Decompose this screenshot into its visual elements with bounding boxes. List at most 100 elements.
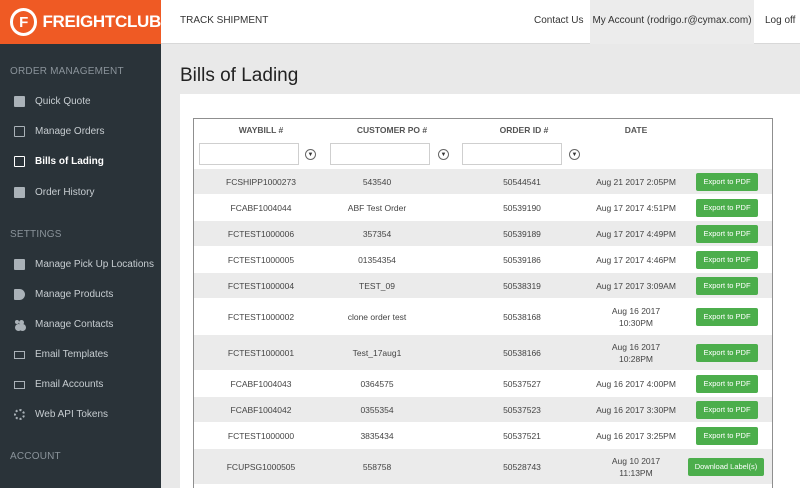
envelope-icon [14, 381, 25, 389]
cell-date: Aug 21 2017 2:05PM [596, 176, 676, 187]
sidebar-item-email-templates[interactable]: Email Templates [14, 349, 108, 360]
sidebar-item-manage-orders[interactable]: Manage Orders [14, 126, 104, 137]
users-icon [14, 319, 25, 330]
cell-order-id: 50544541 [503, 176, 541, 187]
nav-track-shipment[interactable]: TRACK SHIPMENT [180, 15, 268, 26]
cell-waybill: FCABF1004042 [230, 404, 292, 415]
table-row[interactable]: FCABF1004044 ABF Test Order 50539190 Aug… [194, 194, 772, 220]
edit-icon [14, 126, 25, 137]
cell-customer-po: clone order test [347, 311, 407, 322]
header-date[interactable]: DATE [576, 125, 696, 135]
truck-icon [14, 96, 25, 107]
cell-waybill: FCTEST1000004 [227, 280, 295, 291]
sidebar-item-quick-quote[interactable]: Quick Quote [14, 96, 91, 107]
table-row[interactable]: FCABF1004042 0355354 50537523 Aug 16 201… [194, 396, 772, 422]
cell-customer-po: ABF Test Order [347, 202, 407, 213]
cell-customer-po: 0364575 [360, 378, 394, 389]
cell-order-id: 50538166 [503, 347, 541, 358]
cell-order-id: 50537527 [503, 378, 541, 389]
brand-name: FREIGHTCLUB [42, 12, 161, 31]
cell-waybill: FCABF1004044 [230, 202, 292, 213]
filter-order-id-input[interactable] [462, 143, 562, 165]
cell-customer-po: Test_17aug1 [352, 347, 402, 358]
cell-date: Aug 17 2017 3:09AM [596, 280, 676, 291]
filter-customer-po-input[interactable] [330, 143, 430, 165]
nav-my-account[interactable]: My Account (rodrigo.r@cymax.com) [590, 0, 754, 44]
export-to-pdf-button[interactable]: Export to PDF [696, 172, 758, 191]
cell-date: Aug 16 2017 10:30PM [611, 305, 661, 328]
building-icon [14, 259, 25, 270]
table-row[interactable]: FCTEST1000006 357354 50539189 Aug 17 201… [194, 220, 772, 246]
sidebar-item-manage-products[interactable]: Manage Products [14, 289, 113, 300]
filter-waybill-input[interactable] [199, 143, 299, 165]
export-to-pdf-button[interactable]: Export to PDF [696, 343, 758, 362]
brand-logo[interactable]: F FREIGHTCLUB [0, 0, 161, 44]
table-row[interactable]: FCABF1004043 0364575 50537527 Aug 16 201… [194, 370, 772, 396]
cell-date: Aug 16 2017 3:25PM [596, 430, 676, 441]
cell-customer-po: 01354354 [358, 254, 396, 265]
cell-waybill: FCTEST1000001 [227, 347, 295, 358]
bills-grid: WAYBILL # CUSTOMER PO # ORDER ID # DATE … [193, 118, 773, 488]
export-to-pdf-button[interactable]: Export to PDF [696, 426, 758, 445]
cell-waybill: FCUPSG1000505 [226, 461, 296, 472]
sidebar-item-label: Manage Pick Up Locations [35, 259, 154, 270]
export-to-pdf-button[interactable]: Export to PDF [696, 224, 758, 243]
export-to-pdf-button[interactable]: Export to PDF [696, 198, 758, 217]
cell-order-id: 50538319 [503, 280, 541, 291]
nav-contact-us[interactable]: Contact Us [534, 15, 583, 26]
table-row[interactable]: FCTEST1000002 clone order test 50538168 … [194, 298, 772, 334]
table-row[interactable]: FCTEST1000004 TEST_09 50538319 Aug 17 20… [194, 272, 772, 298]
cell-order-id: 50538168 [503, 311, 541, 322]
cell-date: Aug 17 2017 4:51PM [596, 202, 676, 213]
sidebar-item-order-history[interactable]: Order History [14, 187, 94, 198]
cell-date: Aug 16 2017 3:30PM [596, 404, 676, 415]
cell-date: Aug 16 2017 10:28PM [611, 341, 661, 364]
table-row[interactable]: FCSHIPP1000273 543540 50544541 Aug 21 20… [194, 168, 772, 194]
tag-icon [14, 289, 25, 300]
export-to-pdf-button[interactable]: Export to PDF [696, 307, 758, 326]
cell-order-id: 50539190 [503, 202, 541, 213]
export-to-pdf-button[interactable]: Export to PDF [696, 400, 758, 419]
header-waybill[interactable]: WAYBILL # [199, 125, 323, 135]
cell-waybill: FCTEST1000006 [227, 228, 295, 239]
cell-date: Aug 16 2017 4:00PM [596, 378, 676, 389]
export-to-pdf-button[interactable]: Export to PDF [696, 250, 758, 269]
filter-icon[interactable]: ▼ [569, 149, 580, 160]
header-order-id[interactable]: ORDER ID # [462, 125, 586, 135]
cell-customer-po: 0355354 [360, 404, 394, 415]
table-body: FCSHIPP1000273 543540 50544541 Aug 21 20… [194, 168, 772, 484]
sidebar-item-web-api-tokens[interactable]: Web API Tokens [14, 409, 108, 420]
export-to-pdf-button[interactable]: Export to PDF [696, 276, 758, 295]
envelope-icon [14, 351, 25, 359]
cell-order-id: 50539186 [503, 254, 541, 265]
cell-date: Aug 17 2017 4:49PM [596, 228, 676, 239]
download-labels-button[interactable]: Download Label(s) [687, 457, 765, 476]
cell-order-id: 50537521 [503, 430, 541, 441]
cell-date: Aug 10 2017 11:13PM [611, 455, 661, 478]
cell-order-id: 50537523 [503, 404, 541, 415]
sidebar-item-label: Manage Orders [35, 126, 105, 137]
header-customer-po[interactable]: CUSTOMER PO # [330, 125, 454, 135]
sidebar-item-manage-contacts[interactable]: Manage Contacts [14, 319, 113, 330]
table-row[interactable]: FCTEST1000001 Test_17aug1 50538166 Aug 1… [194, 334, 772, 370]
cell-customer-po: TEST_09 [359, 280, 395, 291]
top-bar: F FREIGHTCLUB TRACK SHIPMENT Contact Us … [0, 0, 800, 44]
cell-customer-po: 558758 [362, 461, 392, 472]
filter-icon[interactable]: ▼ [438, 149, 449, 160]
table-row[interactable]: FCUPSG1000505 558758 50528743 Aug 10 201… [194, 448, 772, 484]
sidebar-item-pickup-locations[interactable]: Manage Pick Up Locations [14, 259, 154, 270]
cell-waybill: FCTEST1000005 [227, 254, 295, 265]
section-order-management: ORDER MANAGEMENT [10, 66, 124, 77]
filter-icon[interactable]: ▼ [305, 149, 316, 160]
cell-customer-po: 3835434 [360, 430, 394, 441]
nav-log-off[interactable]: Log off [765, 15, 795, 26]
sidebar-item-label: Web API Tokens [35, 409, 109, 420]
export-to-pdf-button[interactable]: Export to PDF [696, 374, 758, 393]
table-row[interactable]: FCTEST1000005 01354354 50539186 Aug 17 2… [194, 246, 772, 272]
sidebar-item-label: Order History [35, 187, 95, 198]
sidebar-item-bills-of-lading[interactable]: Bills of Lading [14, 156, 104, 167]
table-row[interactable]: FCTEST1000000 3835434 50537521 Aug 16 20… [194, 422, 772, 448]
sidebar-item-email-accounts[interactable]: Email Accounts [14, 379, 103, 390]
cell-date: Aug 17 2017 4:46PM [596, 254, 676, 265]
sidebar-item-label: Manage Products [35, 289, 114, 300]
